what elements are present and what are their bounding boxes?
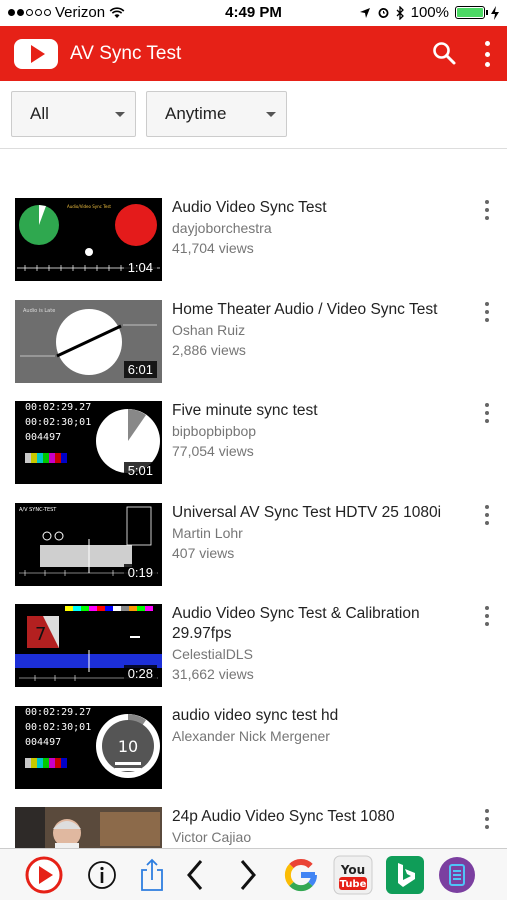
youtube-logo-icon[interactable] [14,38,58,69]
video-channel: dayjoborchestra [172,220,272,236]
purple-app-icon[interactable] [436,855,478,895]
date-filter-value: Anytime [165,104,227,123]
google-icon[interactable] [281,855,321,895]
info-icon[interactable] [86,855,118,895]
video-meta[interactable]: audio video sync test hd Alexander Nick … [172,706,462,746]
video-title[interactable]: audio video sync test hd [172,706,462,726]
status-right: 100% [359,4,499,21]
thumb-caption: Audio/Video Sync Test [67,204,111,209]
thumb-caption: A/V SYNC-TEST [19,507,57,513]
video-views: 407 views [172,545,235,561]
video-more-icon[interactable] [483,403,491,423]
video-meta[interactable]: Five minute sync test bipbopbipbop 77,05… [172,401,462,461]
thumb-caption: 10 [118,737,138,756]
video-channel: bipbopbipbop [172,423,257,439]
svg-text:Tube: Tube [340,879,367,890]
thumbnail-image: 00:02:29.27 00:02:30;01 004497 10 [15,706,162,789]
video-meta[interactable]: Home Theater Audio / Video Sync Test Osh… [172,300,462,360]
video-title[interactable]: Audio Video Sync Test [172,198,462,218]
svg-text:004497: 004497 [25,432,61,443]
video-thumbnail[interactable]: Audio/Video Sync Test 1:04 [15,198,162,281]
video-title[interactable]: Audio Video Sync Test & Calibration 29.9… [172,604,462,644]
more-vertical-icon[interactable] [483,41,491,67]
video-more-icon[interactable] [483,302,491,322]
video-item[interactable]: A/V SYNC-TEST 0:19 Universal AV Sync Tes… [0,503,507,593]
svg-text:You: You [340,863,365,877]
alarm-icon [378,8,389,18]
video-duration: 6:01 [123,361,157,378]
thumbnail-image [15,807,162,848]
type-filter-dropdown[interactable]: All [11,91,136,137]
filter-bar: All Anytime [0,81,507,149]
video-item[interactable]: 00:02:29.27 00:02:30;01 004497 10 audio … [0,706,507,796]
video-views: 41,704 views [172,240,254,256]
dropdown-arrow-icon [266,112,276,117]
share-icon[interactable] [136,855,168,895]
video-channel: Victor Cajiao [172,829,252,845]
video-channel: CelestialDLS [172,646,253,662]
svg-text:00:02:30;01: 00:02:30;01 [25,417,91,428]
video-thumbnail[interactable]: A/V SYNC-TEST 0:19 [15,503,162,586]
svg-text:00:02:29.27: 00:02:29.27 [25,707,91,718]
dropdown-arrow-icon [115,112,125,117]
video-item[interactable]: 24p Audio Video Sync Test 1080 Victor Ca… [0,807,507,848]
video-duration: 1:04 [123,259,157,276]
video-thumbnail[interactable]: 7 0:28 [15,604,162,687]
search-query-title[interactable]: AV Sync Test [70,43,181,65]
type-filter-value: All [30,104,49,123]
video-title[interactable]: Universal AV Sync Test HDTV 25 1080i [172,503,462,523]
bing-icon[interactable] [384,855,426,895]
video-duration: 0:19 [123,564,157,581]
thumb-caption: Audio is Late [23,308,55,314]
video-channel: Martin Lohr [172,525,243,541]
video-title[interactable]: Five minute sync test [172,401,462,421]
location-arrow-icon [359,7,370,18]
video-more-icon[interactable] [483,606,491,626]
video-duration: 0:28 [123,665,157,682]
video-item[interactable]: Audio is Late 6:01 Home Theater Audio / … [0,300,507,390]
search-icon[interactable] [431,40,457,66]
video-title[interactable]: Home Theater Audio / Video Sync Test [172,300,462,320]
video-views: 77,054 views [172,443,254,459]
svg-text:00:02:30;01: 00:02:30;01 [25,722,91,733]
video-thumbnail[interactable]: 00:02:29.27 00:02:30;01 004497 5:01 [15,401,162,484]
video-thumbnail[interactable]: 00:02:29.27 00:02:30;01 004497 10 [15,706,162,789]
video-item[interactable]: 7 0:28 Audio Video Sync Test & Calibrati… [0,604,507,694]
charging-icon [491,5,499,20]
video-channel: Oshan Ruiz [172,322,246,338]
video-channel: Alexander Nick Mergener [172,728,330,744]
video-item[interactable]: 00:02:29.27 00:02:30;01 004497 5:01 Five… [0,401,507,491]
forward-icon[interactable] [233,855,263,895]
app-bar: AV Sync Test [0,26,507,81]
date-filter-dropdown[interactable]: Anytime [146,91,287,137]
video-meta[interactable]: Audio Video Sync Test & Calibration 29.9… [172,604,462,684]
video-item[interactable]: Audio/Video Sync Test 1:04 Audio Video S… [0,198,507,288]
video-duration: 5:01 [123,462,157,479]
video-more-icon[interactable] [483,200,491,220]
youtube-app-icon[interactable]: You Tube [332,855,374,895]
battery-icon [455,6,488,19]
video-more-icon[interactable] [483,809,491,829]
video-meta[interactable]: Universal AV Sync Test HDTV 25 1080i Mar… [172,503,462,563]
back-icon[interactable] [180,855,210,895]
svg-text:004497: 004497 [25,737,61,748]
video-meta[interactable]: 24p Audio Video Sync Test 1080 Victor Ca… [172,807,462,847]
video-views: 2,886 views [172,342,246,358]
thumb-caption: 00:02:29.27 [25,402,91,413]
video-thumbnail[interactable]: Audio is Late 6:01 [15,300,162,383]
thumb-caption: 7 [35,624,46,645]
video-views: 31,662 views [172,666,254,682]
video-title[interactable]: 24p Audio Video Sync Test 1080 [172,807,462,827]
video-thumbnail[interactable] [15,807,162,848]
bluetooth-icon [396,5,404,20]
video-more-icon[interactable] [483,505,491,525]
battery-percent: 100% [410,4,449,21]
bottom-toolbar: You Tube [0,848,507,900]
youtube-play-icon[interactable] [22,855,66,895]
status-bar: Verizon 4:49 PM 100% [0,0,507,26]
video-meta[interactable]: Audio Video Sync Test dayjoborchestra 41… [172,198,462,258]
